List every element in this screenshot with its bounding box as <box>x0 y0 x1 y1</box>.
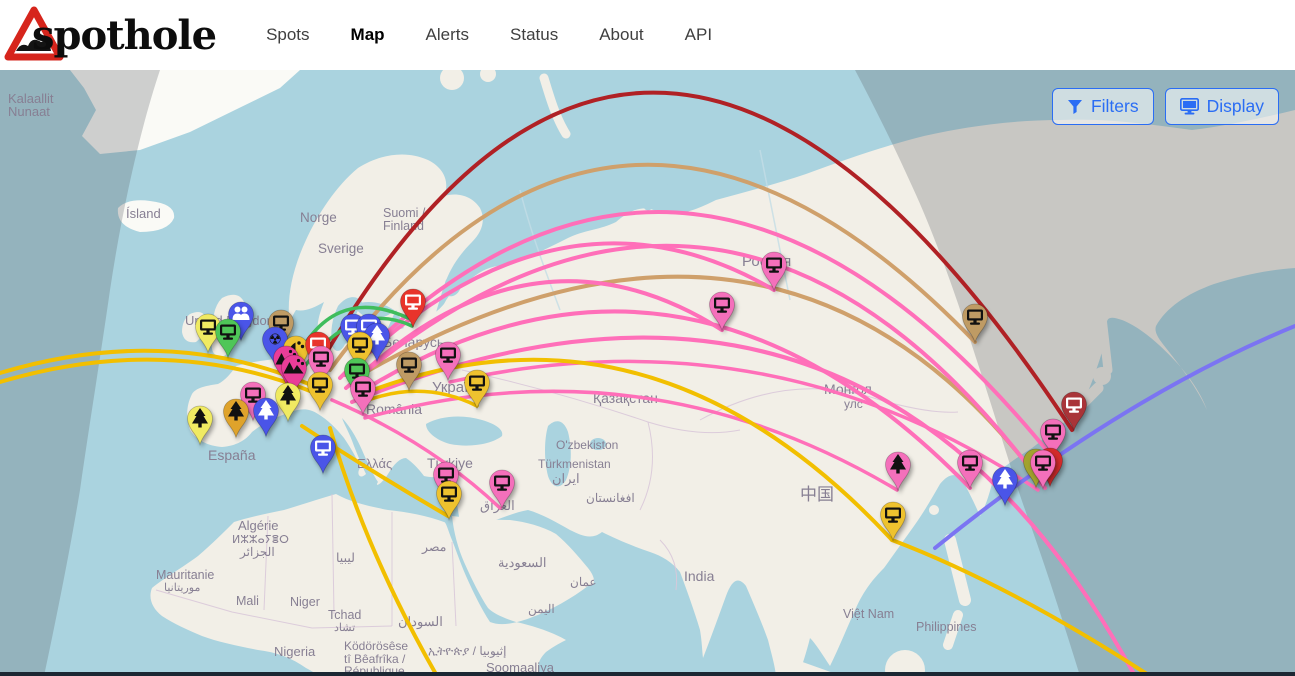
island <box>706 584 722 600</box>
display-button[interactable]: Display <box>1165 88 1279 125</box>
map-label: Ísland <box>126 206 161 221</box>
map-label: Türkmenistan <box>538 457 611 471</box>
map-label: Suomi / <box>383 206 426 220</box>
sea <box>669 126 671 182</box>
nav-item-about[interactable]: About <box>599 25 643 45</box>
map-label: India <box>684 568 715 584</box>
filters-button-label: Filters <box>1091 96 1139 117</box>
map-label: تشاد <box>334 622 355 634</box>
display-button-label: Display <box>1207 96 1264 117</box>
map-label: ایران <box>552 471 580 487</box>
map[interactable]: KalaallitNunaatÍslandNorgeSverigeSuomi /… <box>0 70 1295 676</box>
map-label: Nunaat <box>8 104 50 119</box>
nav-item-alerts[interactable]: Alerts <box>426 25 469 45</box>
map-label: عمان <box>570 575 597 589</box>
map-label: Mali <box>236 594 259 608</box>
map-label: افغانستان <box>586 491 635 505</box>
brand[interactable]: spothole <box>4 5 216 65</box>
map-label: Mauritanie <box>156 568 214 582</box>
display-icon <box>1180 98 1199 115</box>
world-map-canvas: KalaallitNunaatÍslandNorgeSverigeSuomi /… <box>0 70 1295 676</box>
map-label: Philippines <box>916 620 976 634</box>
map-label: O'zbekiston <box>556 438 618 452</box>
map-label: مصر <box>421 540 446 555</box>
nav-item-map[interactable]: Map <box>351 25 385 45</box>
map-label: اليمن <box>528 602 555 616</box>
map-label: Việt Nam <box>843 607 894 621</box>
island <box>929 505 939 515</box>
map-label: ليبيا <box>336 551 355 565</box>
app-header: spothole Spots Map Alerts Status About API <box>0 0 1295 71</box>
nav-item-spots[interactable]: Spots <box>266 25 309 45</box>
brand-name[interactable]: spothole <box>32 12 216 59</box>
map-label: Niger <box>290 595 320 609</box>
map-label: 中国 <box>800 485 834 504</box>
map-label: Nigeria <box>274 644 316 659</box>
map-label: Ködörösêse <box>344 639 408 653</box>
map-label: Algérie <box>238 518 278 533</box>
map-label: Norge <box>300 210 337 225</box>
spothole-app: spothole SpotsMapAlertsStatusAboutAPI Ka… <box>0 0 1295 676</box>
map-label: الجزائر <box>239 545 275 559</box>
map-toolbar: Filters Display <box>1052 88 1279 125</box>
main-nav: Spots Map Alerts Status About API <box>216 25 712 45</box>
nav-item-api[interactable]: API <box>685 25 712 45</box>
map-label: Tchad <box>328 608 361 622</box>
filters-button[interactable]: Filters <box>1052 88 1154 125</box>
filter-icon <box>1067 99 1083 115</box>
nav-item-status[interactable]: Status <box>510 25 558 45</box>
map-label: السعودية <box>498 555 547 571</box>
map-label: España <box>208 447 256 463</box>
sea <box>647 130 650 206</box>
svg-text:☢: ☢ <box>268 331 281 349</box>
map-label: ኢትዮጵያ / إثيوبيا <box>428 644 506 659</box>
map-label: موريتانيا <box>164 582 200 594</box>
footer-bar <box>0 672 1295 676</box>
map-label: Sverige <box>318 241 364 256</box>
